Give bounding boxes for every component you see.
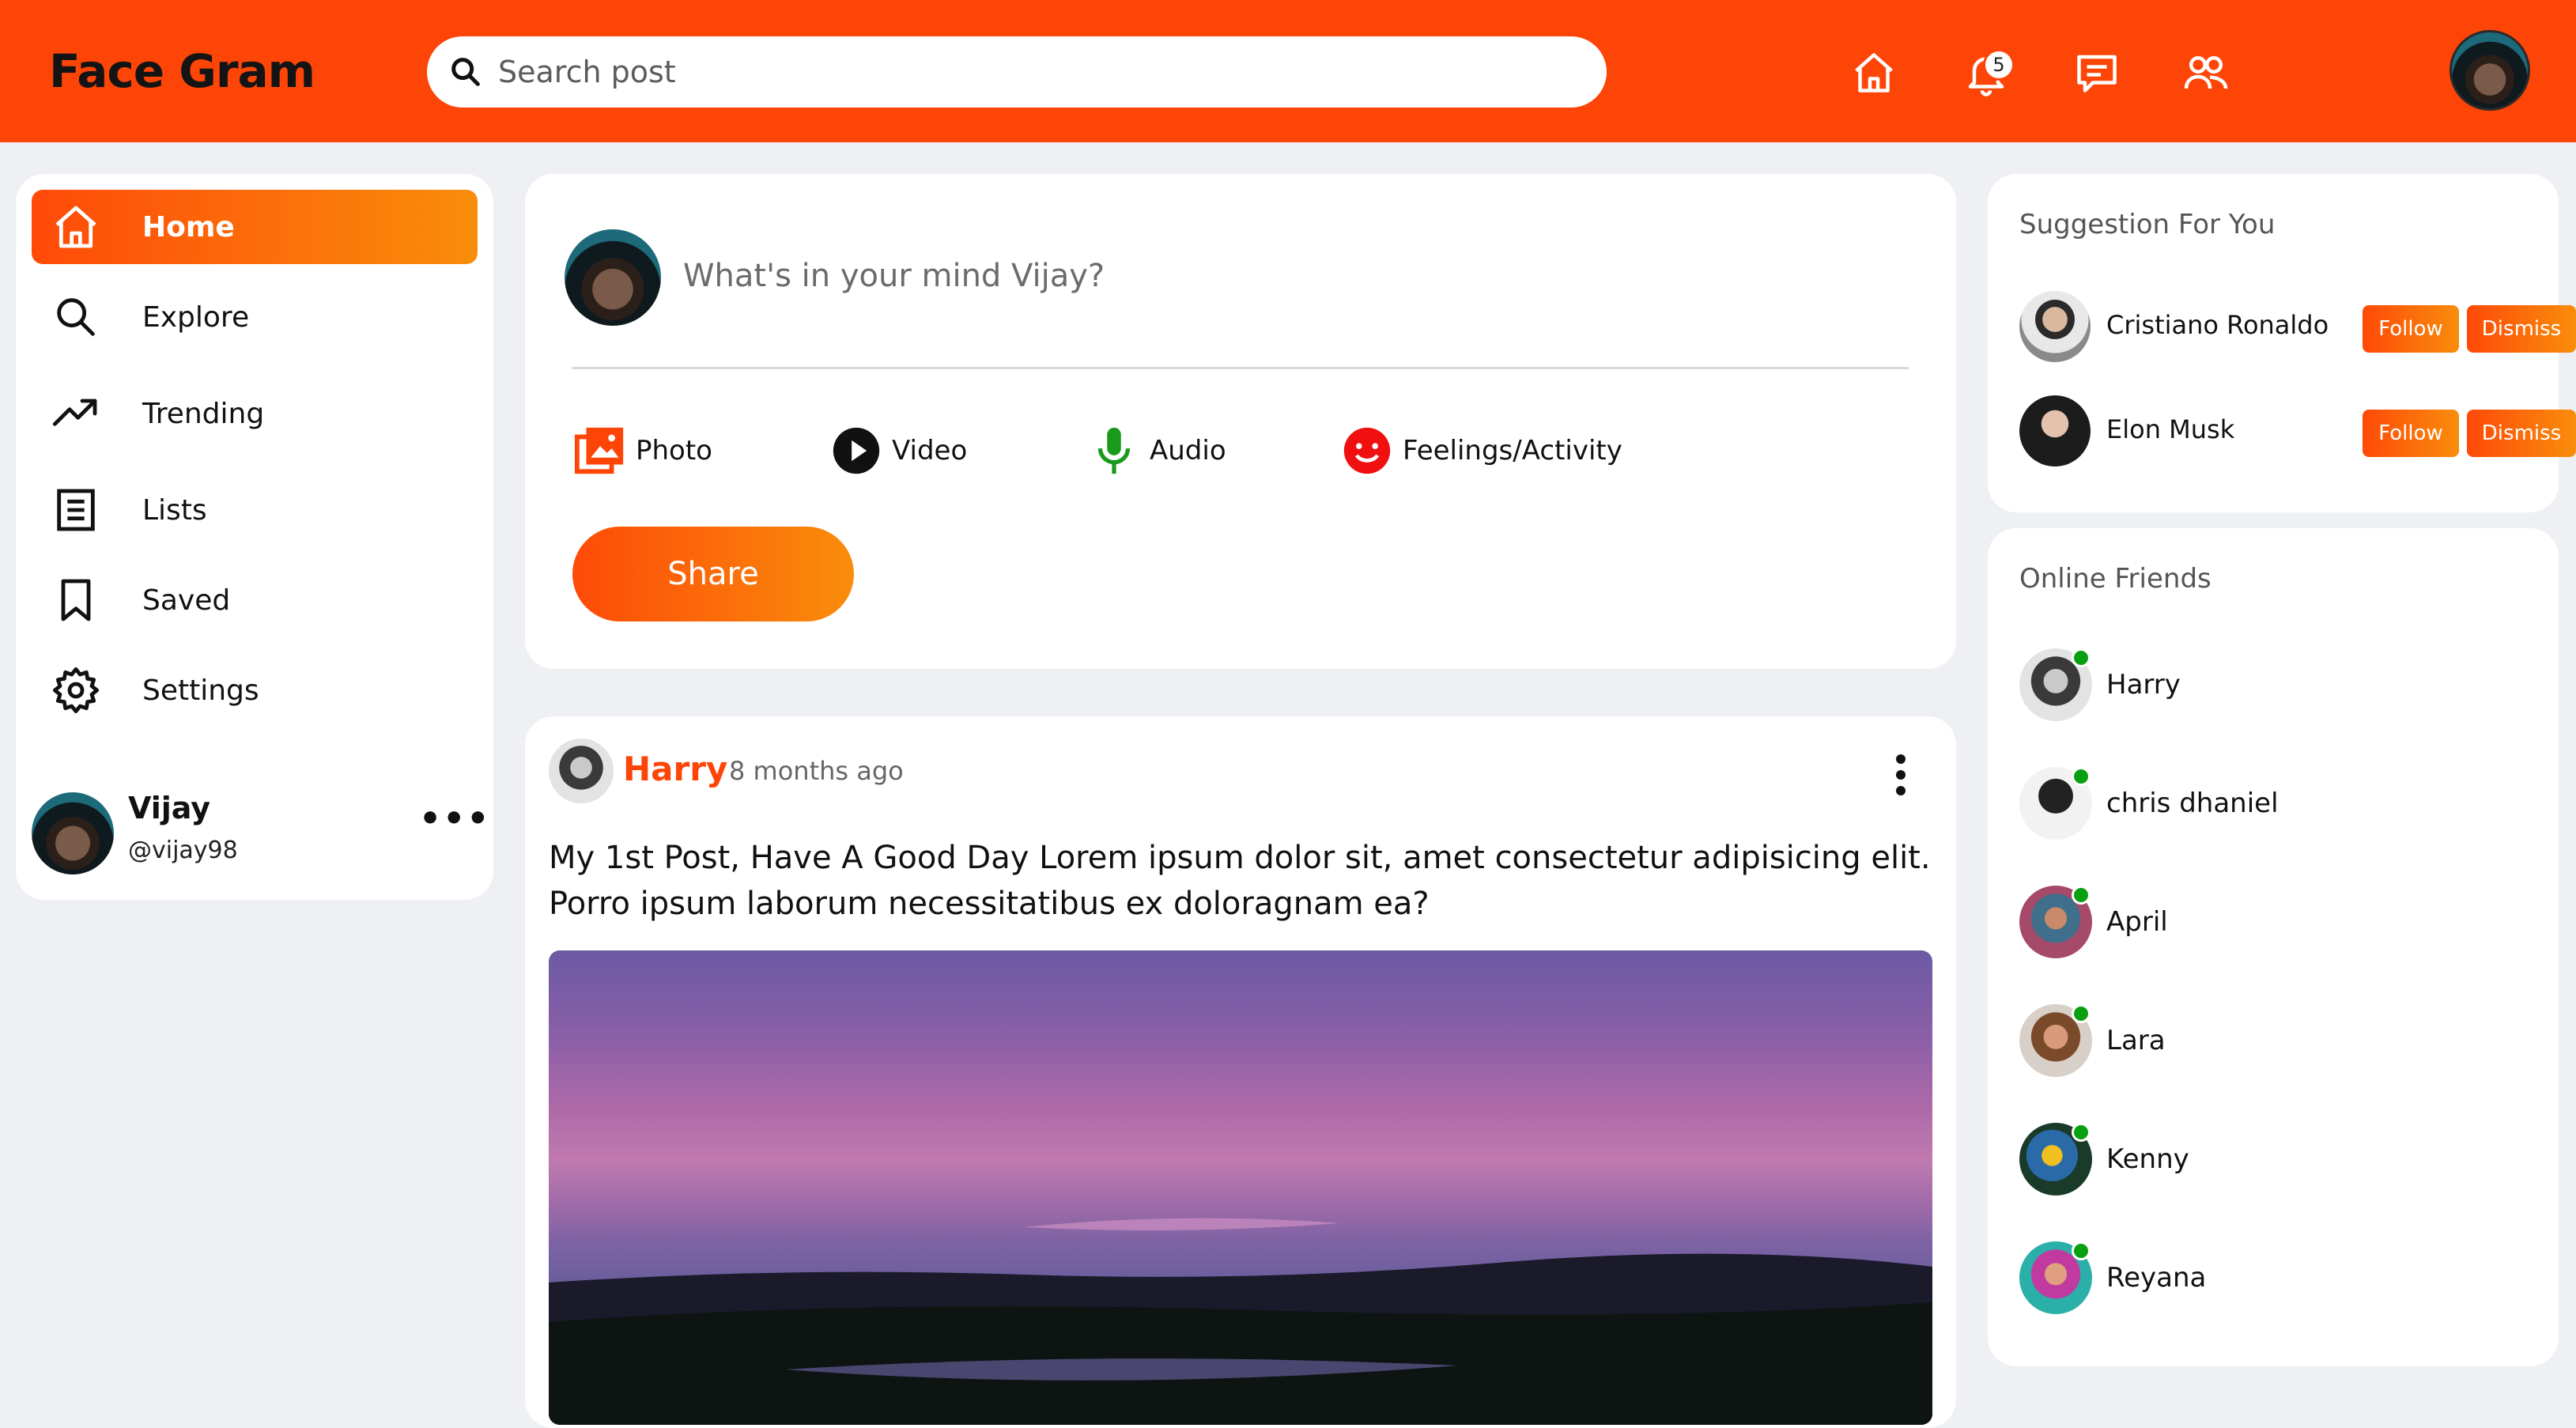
profile-avatar[interactable] (32, 792, 114, 875)
post-author-avatar[interactable] (549, 739, 614, 803)
home-icon (1855, 53, 1893, 93)
nav-friends-button[interactable] (2182, 49, 2230, 96)
attach-video-button[interactable]: Video (829, 419, 967, 482)
play-icon (829, 423, 884, 478)
photo-icon (572, 423, 628, 478)
sidebar-item-lists[interactable]: Lists (32, 473, 478, 547)
search-input[interactable] (498, 47, 1573, 96)
friend-name: Harry (2106, 669, 2181, 701)
friend-item[interactable]: Harry (2019, 648, 2525, 721)
online-friends-title: Online Friends (2019, 563, 2212, 595)
follow-button[interactable]: Follow (2363, 305, 2459, 353)
post-author-name[interactable]: Harry (623, 750, 727, 788)
smiley-icon (1339, 423, 1395, 478)
suggestion-name[interactable]: Elon Musk (2106, 414, 2234, 444)
sidebar-item-explore[interactable]: Explore (32, 280, 478, 354)
post-composer: Photo Video Audio Feelings/Activity Shar… (525, 174, 1956, 669)
friend-item[interactable]: chris dhaniel (2019, 767, 2525, 840)
search-bar[interactable] (427, 36, 1607, 108)
online-status-dot (2072, 1123, 2091, 1142)
profile-name: Vijay (128, 791, 211, 825)
kebab-menu-icon[interactable] (1893, 751, 1909, 799)
post-card: Harry 8 months ago My 1st Post, Have A G… (525, 716, 1956, 1428)
attach-video-label: Video (892, 435, 968, 467)
list-icon (51, 485, 101, 535)
online-status-dot (2072, 767, 2091, 786)
suggestion-row: Elon Musk Follow Dismiss (2019, 395, 2576, 468)
composer-input[interactable] (683, 248, 1869, 304)
friend-item[interactable]: Kenny (2019, 1123, 2525, 1196)
friend-name: Lara (2106, 1025, 2166, 1056)
online-status-dot (2072, 1241, 2091, 1260)
top-navbar: Face Gram 5 (0, 0, 2576, 142)
online-status-dot (2072, 648, 2091, 667)
friends-icon (2184, 56, 2228, 89)
notification-badge: 5 (1983, 49, 2015, 81)
friend-name: Reyana (2106, 1262, 2207, 1294)
friend-item[interactable]: Reyana (2019, 1241, 2525, 1314)
suggestion-name[interactable]: Cristiano Ronaldo (2106, 310, 2329, 340)
suggestion-avatar[interactable] (2019, 395, 2091, 467)
sidebar-item-label: Home (142, 210, 235, 244)
dismiss-button[interactable]: Dismiss (2467, 305, 2576, 353)
attach-audio-label: Audio (1150, 435, 1226, 467)
attach-feelings-label: Feelings/Activity (1403, 435, 1622, 467)
nav-home-button[interactable] (1850, 49, 1898, 96)
search-icon (448, 54, 484, 90)
sidebar-item-label: Lists (142, 493, 207, 527)
nav-messages-button[interactable] (2073, 49, 2121, 96)
post-text: My 1st Post, Have A Good Day Lorem ipsum… (549, 840, 1931, 922)
profile-handle: @vijay98 (128, 837, 238, 864)
sidebar-item-trending[interactable]: Trending (32, 376, 478, 451)
sidebar-item-saved[interactable]: Saved (32, 563, 478, 637)
friend-item[interactable]: April (2019, 886, 2525, 958)
gear-icon (51, 665, 101, 716)
search-icon (51, 292, 101, 342)
friend-name: April (2106, 906, 2168, 938)
suggestion-avatar[interactable] (2019, 291, 2091, 362)
composer-divider (572, 367, 1909, 369)
sidebar-item-label: Settings (142, 674, 259, 707)
user-avatar[interactable] (2449, 30, 2530, 111)
home-icon (51, 202, 101, 252)
bookmark-icon (51, 575, 101, 625)
left-sidebar: Home Explore Trending Lists Saved Settin… (16, 174, 493, 900)
attach-photo-label: Photo (636, 435, 712, 467)
microphone-icon (1086, 423, 1142, 478)
friend-name: Kenny (2106, 1143, 2189, 1175)
online-friends-panel: Online Friends Harry chris dhaniel April… (1988, 528, 2559, 1366)
trending-icon (51, 388, 101, 439)
online-status-dot (2072, 1004, 2091, 1023)
sidebar-item-settings[interactable]: Settings (32, 653, 478, 727)
suggestion-row: Cristiano Ronaldo Follow Dismiss (2019, 291, 2576, 364)
follow-button[interactable]: Follow (2363, 410, 2459, 457)
sidebar-item-label: Explore (142, 300, 250, 334)
online-status-dot (2072, 886, 2091, 905)
brand-logo[interactable]: Face Gram (49, 44, 315, 98)
dismiss-button[interactable]: Dismiss (2467, 410, 2576, 457)
suggestions-panel: Suggestion For You Cristiano Ronaldo Fol… (1988, 174, 2576, 512)
message-icon (2077, 55, 2117, 93)
post-timestamp: 8 months ago (729, 756, 904, 786)
composer-avatar (565, 229, 661, 326)
sidebar-item-home[interactable]: Home (32, 190, 478, 264)
friend-name: chris dhaniel (2106, 788, 2279, 819)
attach-photo-button[interactable]: Photo (572, 419, 712, 482)
sidebar-item-label: Trending (142, 397, 265, 430)
suggestions-title: Suggestion For You (2019, 209, 2276, 240)
attach-audio-button[interactable]: Audio (1086, 419, 1226, 482)
share-button[interactable]: Share (572, 527, 854, 621)
more-options-icon[interactable]: ••• (419, 799, 490, 839)
sidebar-item-label: Saved (142, 584, 231, 617)
friend-item[interactable]: Lara (2019, 1004, 2525, 1077)
attach-feelings-button[interactable]: Feelings/Activity (1339, 419, 1622, 482)
post-image[interactable] (549, 950, 1932, 1425)
